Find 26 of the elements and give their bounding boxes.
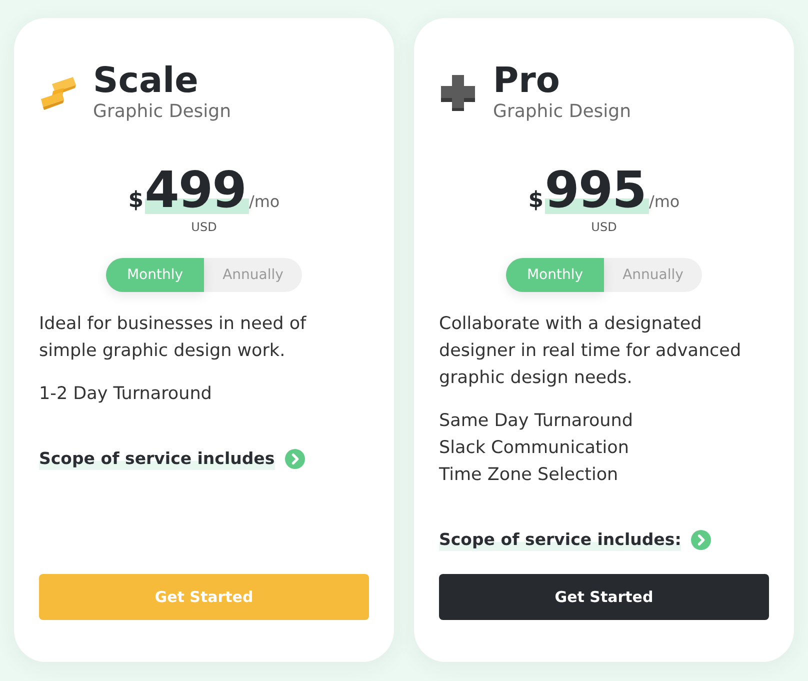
price-period: /mo bbox=[648, 192, 680, 211]
plan-description: Collaborate with a designated designer in real time for advanced graphic design needs. bbox=[439, 313, 742, 390]
plus-icon bbox=[439, 74, 477, 110]
zigzag-block-icon bbox=[40, 76, 76, 110]
plan-subtitle: Graphic Design bbox=[93, 100, 231, 123]
feature-item: Slack Communication bbox=[439, 437, 629, 460]
currency-symbol: $ bbox=[528, 188, 544, 213]
billing-option[interactable]: Annually bbox=[204, 258, 302, 292]
plan-title: Pro bbox=[493, 62, 560, 100]
get-started-button[interactable]: Get Started bbox=[39, 574, 369, 620]
price-period: /mo bbox=[248, 192, 280, 211]
chevron-right-icon[interactable] bbox=[284, 448, 305, 468]
currency-code: USD bbox=[591, 219, 617, 235]
feature-item: Same Day Turnaround bbox=[439, 410, 633, 433]
billing-option[interactable]: Monthly bbox=[506, 258, 604, 292]
feature-item: Time Zone Selection bbox=[439, 464, 618, 487]
billing-option[interactable]: Monthly bbox=[106, 258, 204, 292]
feature-item: 1-2 Day Turnaround bbox=[39, 383, 212, 406]
plan-subtitle: Graphic Design bbox=[493, 100, 631, 123]
currency-symbol: $ bbox=[128, 188, 144, 213]
plan-description: Ideal for businesses in need of simple graphic design work. bbox=[39, 313, 308, 363]
get-started-button[interactable]: Get Started bbox=[439, 574, 769, 620]
plan-title: Scale bbox=[93, 62, 198, 100]
billing-option[interactable]: Annually bbox=[604, 258, 702, 292]
currency-code: USD bbox=[191, 219, 217, 235]
chevron-right-icon[interactable] bbox=[691, 530, 712, 550]
